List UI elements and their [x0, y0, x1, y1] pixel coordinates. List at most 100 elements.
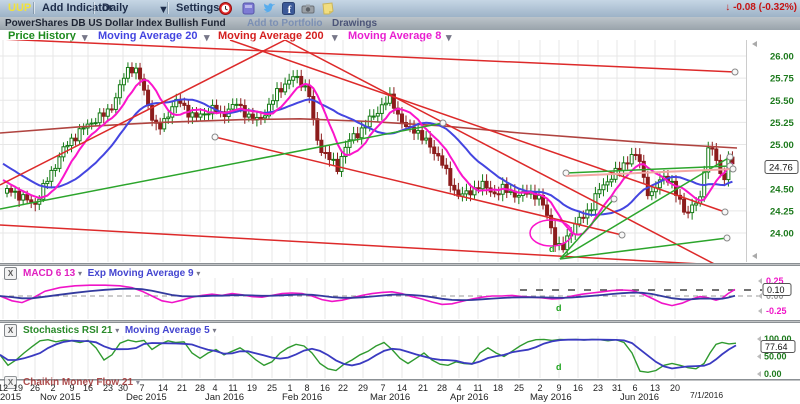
axis-arrow-icon — [758, 308, 762, 314]
close-icon[interactable]: X — [4, 324, 17, 337]
candle-body — [687, 212, 690, 213]
month-label: Apr 2016 — [450, 392, 489, 403]
chevron-down-icon[interactable]: ▾ — [196, 269, 200, 278]
candle-body — [284, 84, 287, 92]
macd-label[interactable]: MACD 6 13 — [23, 268, 75, 279]
candle-body — [10, 189, 13, 193]
candle-body — [308, 86, 311, 97]
date-tick: 20 — [665, 383, 685, 393]
candle-body — [26, 195, 29, 200]
trendline-green[interactable] — [560, 238, 727, 259]
top-toolbar: UUP Add Indicator Daily ▼ Settings f ↓ -… — [0, 0, 800, 18]
candle-body — [78, 129, 81, 141]
price-chart[interactable]: d26.0025.7525.5025.2525.0024.5024.2524.0… — [0, 40, 800, 263]
month-label: Mar 2016 — [370, 392, 410, 403]
dividend-marker: d — [549, 244, 555, 254]
candle-body — [634, 154, 637, 155]
price-axis-label: 25.75 — [770, 74, 794, 85]
trendline-handle[interactable] — [619, 232, 625, 238]
trendline-red[interactable] — [285, 40, 722, 263]
candle-body — [610, 179, 613, 182]
axis-scroll-arrow-icon[interactable] — [752, 41, 757, 47]
candle-body — [139, 68, 142, 79]
camera-icon[interactable] — [301, 2, 314, 15]
macd-signal-label[interactable]: Exp Moving Average 9 — [88, 268, 194, 279]
trendline-handle[interactable] — [212, 134, 218, 140]
date-tick: 21 — [172, 383, 192, 393]
axis-scroll-arrow-icon[interactable] — [752, 253, 757, 259]
candle-body — [70, 138, 73, 145]
charting-app-window: UUP Add Indicator Daily ▼ Settings f ↓ -… — [0, 0, 800, 404]
trendline-handle[interactable] — [611, 196, 617, 202]
settings-button[interactable]: Settings — [176, 2, 219, 14]
facebook-icon[interactable]: f — [282, 2, 295, 15]
close-icon[interactable]: X — [4, 267, 17, 280]
month-label: Jun 2016 — [620, 392, 659, 403]
candle-body — [372, 116, 375, 117]
ticker-symbol[interactable]: UUP — [8, 2, 31, 14]
twitter-icon[interactable] — [263, 2, 276, 15]
chevron-down-icon[interactable]: ▾ — [78, 269, 82, 278]
candle-body — [199, 114, 202, 117]
trendline-green[interactable] — [0, 123, 443, 209]
trendline-handle[interactable] — [440, 120, 446, 126]
candle-body — [711, 148, 714, 149]
dividend-marker: d — [556, 303, 562, 313]
candle-body — [102, 113, 105, 116]
candle-body — [429, 138, 432, 147]
candle-body — [195, 113, 198, 117]
drawings-menu[interactable]: Drawings — [332, 18, 377, 29]
candle-body — [638, 155, 641, 162]
trendline-handle[interactable] — [722, 209, 728, 215]
candle-body — [231, 105, 234, 110]
note-icon[interactable] — [321, 2, 334, 15]
trendline-handle[interactable] — [730, 166, 736, 172]
candle-body — [122, 78, 125, 84]
macd-value: 0.10 — [767, 285, 785, 295]
chevron-down-icon[interactable]: ▾ — [115, 326, 119, 335]
trendline-handle[interactable] — [732, 69, 738, 75]
candle-body — [207, 114, 210, 115]
date-tick: 23 — [588, 383, 608, 393]
candle-body — [425, 138, 428, 140]
candle-body — [296, 76, 299, 77]
candle-body — [453, 185, 456, 190]
chevron-down-icon[interactable]: ▾ — [212, 326, 216, 335]
trendline-red[interactable] — [215, 137, 622, 235]
cube-icon[interactable] — [242, 2, 255, 15]
candle-body — [400, 114, 403, 123]
candle-body — [509, 191, 512, 192]
month-label: 2015 — [0, 392, 21, 403]
stoch-ma-label[interactable]: Moving Average 5 — [125, 325, 210, 336]
trendline-handle[interactable] — [724, 235, 730, 241]
date-axis: XChaikin Money Flow 21 ▾ 121926291623307… — [0, 381, 800, 404]
timeframe-select[interactable]: Daily — [102, 2, 128, 14]
macd-axis-label: -0.25 — [766, 306, 787, 316]
candle-body — [272, 101, 275, 105]
candle-body — [695, 203, 698, 205]
macd-line — [0, 285, 735, 305]
candle-body — [328, 153, 331, 160]
add-to-portfolio-button[interactable]: Add to Portfolio — [247, 18, 323, 29]
alarm-icon[interactable] — [219, 2, 232, 15]
candle-body — [134, 68, 137, 73]
price-axis-label: 24.25 — [770, 206, 794, 217]
stoch-label[interactable]: Stochastics RSI 21 — [23, 325, 112, 336]
date-tick: 21 — [413, 383, 433, 393]
candle-body — [445, 165, 448, 168]
candle-body — [247, 114, 250, 117]
stoch-axis-label: 0.00 — [764, 369, 782, 379]
candle-body — [715, 149, 718, 160]
candle-body — [691, 205, 694, 213]
axis-arrow-icon — [758, 293, 762, 299]
trendline-red[interactable] — [0, 225, 737, 263]
candle-body — [630, 154, 633, 163]
trendline-handle[interactable] — [727, 154, 733, 160]
candle-body — [22, 195, 25, 200]
candle-body — [683, 199, 686, 212]
candle-body — [465, 191, 468, 194]
month-label: Jan 2016 — [205, 392, 244, 403]
candle-body — [304, 86, 307, 87]
stoch-value: 77.64 — [765, 342, 788, 352]
price-axis-label: 25.50 — [770, 96, 794, 107]
